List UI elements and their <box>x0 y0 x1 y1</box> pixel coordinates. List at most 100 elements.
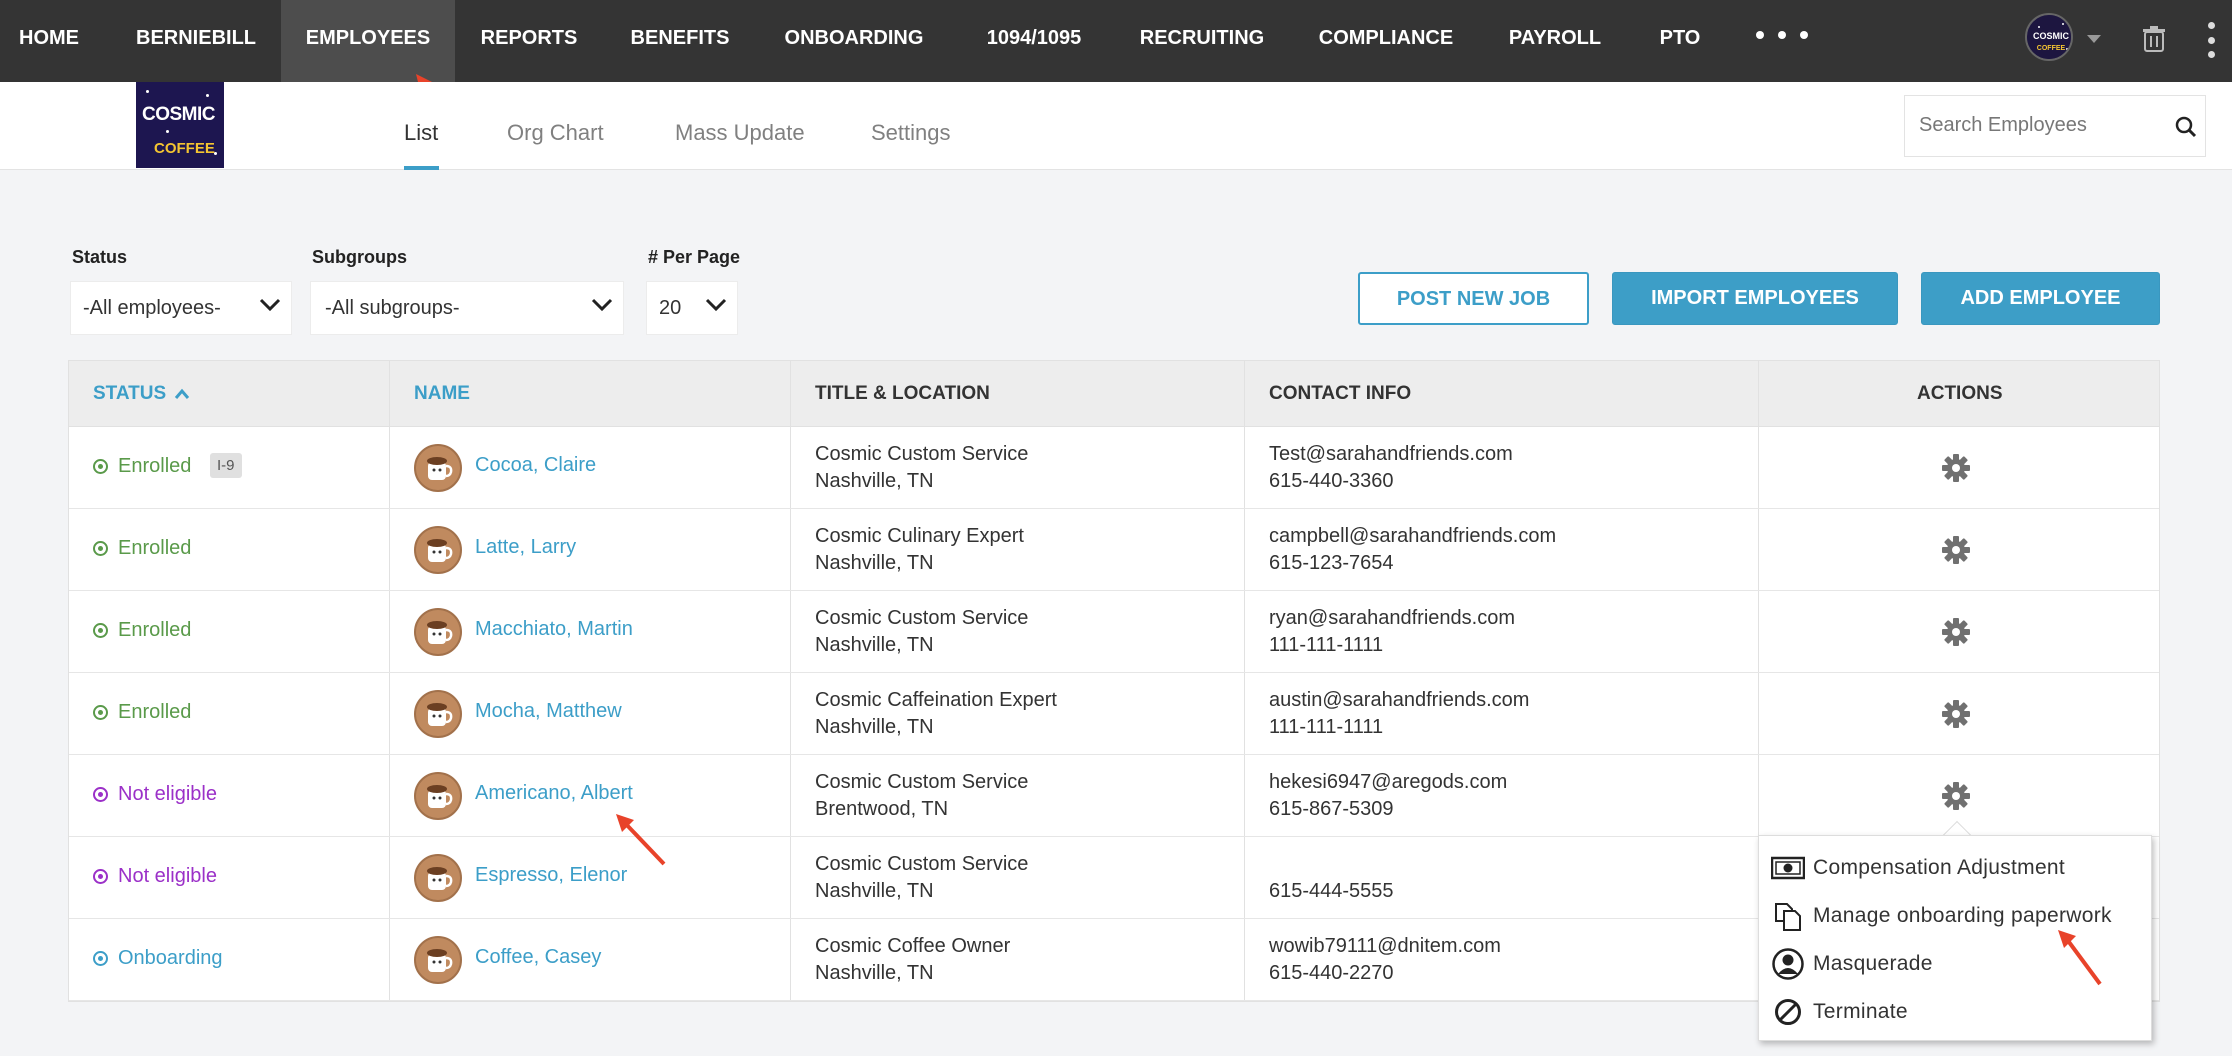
account-dropdown-icon[interactable] <box>2087 35 2101 43</box>
add-employee-button[interactable]: ADD EMPLOYEE <box>1921 272 2160 325</box>
sub-header: COSMIC COFFEE List Org Chart Mass Update… <box>0 82 2232 170</box>
gear-icon[interactable] <box>1941 535 1971 565</box>
status-select-value: -All employees- <box>83 297 221 319</box>
status-cell: Enrolled <box>93 619 191 642</box>
employee-name-link[interactable]: Espresso, Elenor <box>475 864 627 887</box>
table-row: Enrolled I-9 Cocoa, Claire Cosmic Custom Se… <box>69 427 2159 509</box>
employee-name-link[interactable]: Americano, Albert <box>475 782 633 805</box>
status-select[interactable]: -All employees- <box>70 281 292 335</box>
per-page-select-value: 20 <box>659 297 682 319</box>
status-filter-label: Status <box>72 247 128 267</box>
subgroups-select[interactable]: -All subgroups- <box>310 281 624 335</box>
contact-email: ryan@sarahandfriends.com <box>1269 607 1515 629</box>
nav-benefits[interactable]: BENEFITS <box>612 0 748 82</box>
nav-home[interactable]: HOME <box>0 0 98 82</box>
contact-cell: wowib79111@dnitem.com 615-440-2270 <box>1269 933 1501 987</box>
gear-icon[interactable] <box>1941 699 1971 729</box>
menu-item-compensation-adjustment[interactable]: Compensation Adjustment <box>1771 848 2065 888</box>
gear-icon[interactable] <box>1941 781 1971 811</box>
more-nav-icon[interactable] <box>1756 31 1808 39</box>
search-icon[interactable] <box>2175 116 2197 138</box>
employee-name-link[interactable]: Latte, Larry <box>475 536 576 559</box>
avatar-logo-line1: COSMIC <box>2033 31 2070 41</box>
job-location: Nashville, TN <box>815 552 934 574</box>
title-column-header: TITLE & LOCATION <box>815 383 990 404</box>
logo-line1: COSMIC <box>142 104 216 125</box>
nav-compliance[interactable]: COMPLIANCE <box>1300 0 1472 82</box>
kebab-menu-icon[interactable] <box>2208 22 2216 58</box>
tab-mass-update[interactable]: Mass Update <box>675 120 805 146</box>
menu-item-masquerade[interactable]: Masquerade <box>1771 944 1933 984</box>
employee-avatar <box>414 526 462 574</box>
gear-icon[interactable] <box>1941 617 1971 647</box>
annotation-arrow-icon <box>616 814 666 866</box>
nav-reports[interactable]: REPORTS <box>470 0 588 82</box>
title-location-cell: Cosmic Coffee Owner Nashville, TN <box>815 933 1010 987</box>
gear-icon[interactable] <box>1941 453 1971 483</box>
job-title: Cosmic Caffeination Expert <box>815 689 1057 711</box>
nav-payroll[interactable]: PAYROLL <box>1494 0 1616 82</box>
user-icon <box>1771 947 1805 981</box>
annotation-arrow-icon <box>2058 930 2102 986</box>
menu-item-terminate[interactable]: Terminate <box>1771 992 1908 1032</box>
job-title: Cosmic Custom Service <box>815 853 1029 875</box>
contact-column-header: CONTACT INFO <box>1269 383 1412 404</box>
contact-cell: 615-444-5555 <box>1269 851 1394 905</box>
import-employees-button[interactable]: IMPORT EMPLOYEES <box>1612 272 1898 325</box>
nav-onboarding[interactable]: ONBOARDING <box>768 0 940 82</box>
contact-email <box>1269 851 1394 878</box>
per-page-select[interactable]: 20 <box>646 281 738 335</box>
employee-name-link[interactable]: Cocoa, Claire <box>475 454 596 477</box>
documents-icon <box>1771 899 1805 933</box>
status-text: Not eligible <box>118 783 217 805</box>
job-location: Brentwood, TN <box>815 798 949 820</box>
employee-name-link[interactable]: Mocha, Matthew <box>475 700 622 723</box>
post-new-job-button[interactable]: POST NEW JOB <box>1358 272 1589 325</box>
title-location-cell: Cosmic Custom Service Nashville, TN <box>815 851 1028 905</box>
status-text: Enrolled <box>118 619 192 641</box>
job-location: Nashville, TN <box>815 634 934 656</box>
nav-pto[interactable]: PTO <box>1642 0 1718 82</box>
contact-email: Test@sarahandfriends.com <box>1269 443 1513 465</box>
company-avatar[interactable]: COSMIC COFFEE <box>2025 13 2073 61</box>
subgroups-filter-label: Subgroups <box>312 247 407 267</box>
employee-avatar <box>414 854 462 902</box>
menu-item-label: Compensation Adjustment <box>1813 856 2066 879</box>
subgroups-select-value: -All subgroups- <box>325 297 460 319</box>
trash-icon[interactable] <box>2142 26 2166 52</box>
nav-recruiting[interactable]: RECRUITING <box>1126 0 1278 82</box>
employee-avatar <box>414 444 462 492</box>
employee-name-link[interactable]: Coffee, Casey <box>475 946 601 969</box>
status-cell: Not eligible <box>93 783 217 806</box>
search-input[interactable] <box>1919 114 2149 137</box>
nav-berniebill[interactable]: BERNIEBILL <box>120 0 272 82</box>
job-location: Nashville, TN <box>815 962 934 984</box>
title-location-cell: Cosmic Custom Service Brentwood, TN <box>815 769 1028 823</box>
tab-list[interactable]: List <box>404 120 438 146</box>
tab-settings[interactable]: Settings <box>871 120 951 146</box>
contact-cell: Test@sarahandfriends.com 615-440-3360 <box>1269 441 1513 495</box>
employee-name-link[interactable]: Macchiato, Martin <box>475 618 633 641</box>
nav-1094-1095[interactable]: 1094/1095 <box>960 0 1108 82</box>
tab-org-chart[interactable]: Org Chart <box>507 120 604 146</box>
status-circle-icon <box>93 869 108 884</box>
sort-up-icon <box>175 388 190 399</box>
i9-badge: I-9 <box>210 453 242 478</box>
employee-avatar <box>414 772 462 820</box>
contact-phone: 111-111-1111 <box>1269 716 1384 738</box>
logo-line2: COFFEE <box>154 140 215 157</box>
status-column-header[interactable]: STATUS <box>93 383 190 405</box>
chevron-down-icon <box>705 298 727 312</box>
job-title: Cosmic Custom Service <box>815 607 1029 629</box>
name-column-header[interactable]: NAME <box>414 383 470 405</box>
contact-email: hekesi6947@aregods.com <box>1269 771 1508 793</box>
contact-cell: campbell@sarahandfriends.com 615-123-7654 <box>1269 523 1556 577</box>
job-title: Cosmic Coffee Owner <box>815 935 1011 957</box>
active-tab-indicator <box>404 166 439 170</box>
menu-item-label: Masquerade <box>1813 952 1933 975</box>
status-circle-icon <box>93 623 108 638</box>
status-text: Enrolled <box>118 701 192 723</box>
contact-phone: 615-440-3360 <box>1269 470 1394 492</box>
contact-phone: 615-867-5309 <box>1269 798 1394 820</box>
status-circle-icon <box>93 459 108 474</box>
